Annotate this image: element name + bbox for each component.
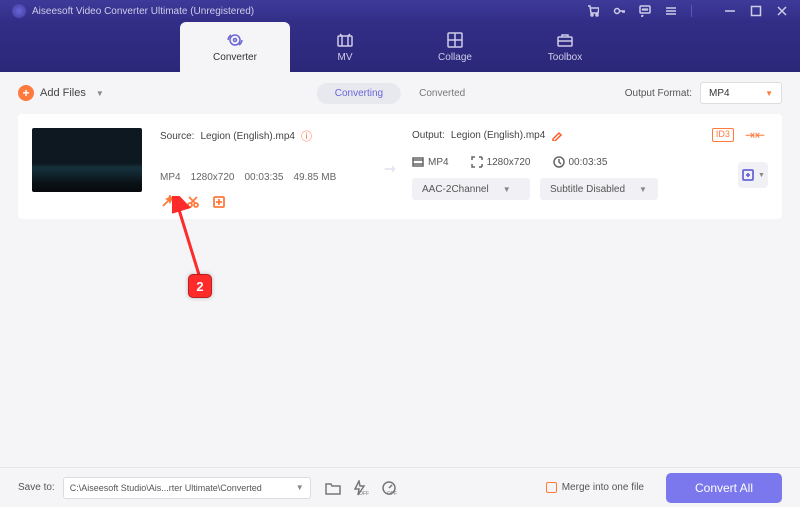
source-resolution: 1280x720 <box>191 172 235 183</box>
tab-toolbox[interactable]: Toolbox <box>510 22 620 72</box>
arrow-right-icon <box>381 158 403 180</box>
source-filename: Legion (English).mp4 <box>200 131 295 142</box>
film-icon <box>412 156 424 168</box>
toolbar-row: + Add Files ▼ Converting Converted Outpu… <box>18 72 782 114</box>
save-to-label: Save to: <box>18 482 55 493</box>
arrow-divider <box>378 128 406 209</box>
tab-label: Collage <box>438 52 472 63</box>
info-icon[interactable]: ⓘ <box>301 128 312 144</box>
plus-icon: + <box>18 85 34 101</box>
edit-tools <box>160 195 378 209</box>
convert-label: Convert All <box>695 481 753 495</box>
high-speed-icon[interactable]: OFF <box>381 480 397 496</box>
add-files-button[interactable]: + Add Files ▼ <box>18 85 104 101</box>
output-duration: 00:03:35 <box>569 157 608 168</box>
preset-icon <box>741 168 755 182</box>
cart-icon[interactable] <box>587 5 599 17</box>
subtitle-select[interactable]: Subtitle Disabled ▼ <box>540 178 658 200</box>
footer-bar: Save to: C:\Aiseesoft Studio\Ais...rter … <box>0 467 800 507</box>
main-tabs: Converter MV Collage Toolbox <box>0 22 800 72</box>
output-format-select[interactable]: MP4 ▼ <box>700 82 782 104</box>
tab-mv[interactable]: MV <box>290 22 400 72</box>
subtitle-value: Subtitle Disabled <box>550 184 625 195</box>
resolution-icon <box>471 156 483 168</box>
menu-icon[interactable] <box>665 5 677 17</box>
chevron-down-icon: ▼ <box>96 89 104 98</box>
work-area: + Add Files ▼ Converting Converted Outpu… <box>0 72 800 467</box>
source-format: MP4 <box>160 172 181 183</box>
save-path-value: C:\Aiseesoft Studio\Ais...rter Ultimate\… <box>70 483 262 493</box>
window-title: Aiseesoft Video Converter Ultimate (Unre… <box>32 6 254 17</box>
status-tabs: Converting Converted <box>317 83 484 104</box>
output-filename: Legion (English).mp4 <box>451 130 546 141</box>
output-format-group: Output Format: MP4 ▼ <box>625 82 782 104</box>
output-resolution: 1280x720 <box>487 157 531 168</box>
checkbox-icon <box>546 482 557 493</box>
tab-converting[interactable]: Converting <box>317 83 401 104</box>
compress-icon[interactable]: ⇥⇤ <box>742 128 768 142</box>
chevron-down-icon: ▼ <box>758 172 765 179</box>
maximize-icon[interactable] <box>750 5 762 17</box>
save-path-select[interactable]: C:\Aiseesoft Studio\Ais...rter Ultimate\… <box>63 477 311 499</box>
audio-track-value: AAC-2Channel <box>422 184 489 195</box>
merge-label: Merge into one file <box>562 482 644 493</box>
converter-icon <box>226 31 244 49</box>
add-files-label: Add Files <box>40 87 86 99</box>
tab-label: Toolbox <box>548 52 582 63</box>
metadata-icon[interactable]: ID3 <box>712 128 734 142</box>
minimize-icon[interactable] <box>724 5 736 17</box>
feedback-icon[interactable] <box>639 5 651 17</box>
output-meta: MP4 1280x720 00:03:35 <box>412 156 768 168</box>
chevron-down-icon: ▼ <box>503 185 511 194</box>
close-icon[interactable] <box>776 5 788 17</box>
tab-converter[interactable]: Converter <box>180 22 290 72</box>
output-label: Output: <box>412 130 445 141</box>
video-thumbnail[interactable] <box>32 128 142 192</box>
chevron-down-icon: ▼ <box>296 483 304 492</box>
output-format: MP4 <box>428 157 449 168</box>
output-selects: AAC-2Channel ▼ Subtitle Disabled ▼ <box>412 178 768 200</box>
file-card: Source: Legion (English).mp4 ⓘ MP4 1280x… <box>18 114 782 219</box>
output-column: Output: Legion (English).mp4 ID3 ⇥⇤ MP4 … <box>412 128 768 209</box>
source-size: 49.85 MB <box>293 172 336 183</box>
enhance-icon[interactable] <box>212 195 226 209</box>
open-folder-icon[interactable] <box>325 480 341 496</box>
output-format-value: MP4 <box>709 88 730 99</box>
magic-wand-icon[interactable] <box>160 195 174 209</box>
output-format-label: Output Format: <box>625 88 692 99</box>
cut-icon[interactable] <box>186 195 200 209</box>
collage-icon <box>446 31 464 49</box>
svg-text:OFF: OFF <box>387 491 397 496</box>
chevron-down-icon: ▼ <box>765 89 773 98</box>
rename-icon[interactable] <box>551 129 563 141</box>
tab-converted[interactable]: Converted <box>401 83 483 104</box>
tab-collage[interactable]: Collage <box>400 22 510 72</box>
app-logo-icon <box>12 4 26 18</box>
tab-label: Converter <box>213 52 257 63</box>
source-label: Source: <box>160 131 194 142</box>
convert-all-button[interactable]: Convert All <box>666 473 782 503</box>
output-badges: ID3 ⇥⇤ <box>712 128 768 142</box>
mv-icon <box>336 31 354 49</box>
tab-label: MV <box>338 52 353 63</box>
source-meta: MP4 1280x720 00:03:35 49.85 MB <box>160 172 378 183</box>
source-column: Source: Legion (English).mp4 ⓘ MP4 1280x… <box>160 128 378 209</box>
svg-text:OFF: OFF <box>359 491 369 496</box>
title-bar: Aiseesoft Video Converter Ultimate (Unre… <box>0 0 800 22</box>
chevron-down-icon: ▼ <box>639 185 647 194</box>
audio-track-select[interactable]: AAC-2Channel ▼ <box>412 178 530 200</box>
merge-checkbox[interactable]: Merge into one file <box>546 482 644 493</box>
output-preset-button[interactable]: ▼ <box>738 162 768 188</box>
clock-icon <box>553 156 565 168</box>
divider <box>691 5 692 17</box>
hw-accel-icon[interactable]: OFF <box>353 480 369 496</box>
source-duration: 00:03:35 <box>245 172 284 183</box>
toolbox-icon <box>556 31 574 49</box>
key-icon[interactable] <box>613 5 625 17</box>
